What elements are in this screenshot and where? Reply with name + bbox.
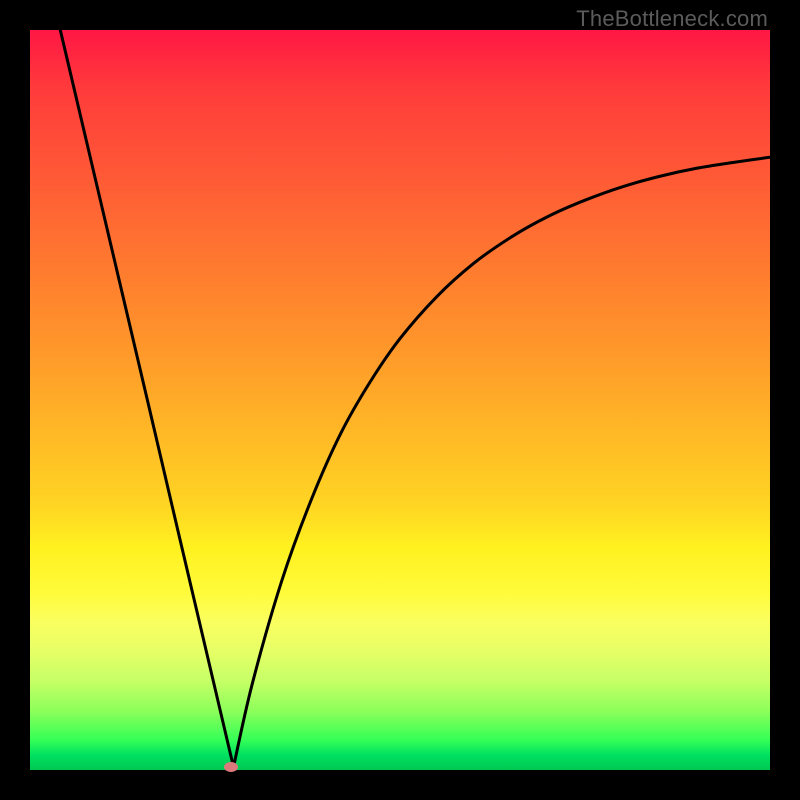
curve-path (60, 30, 770, 767)
bottleneck-curve (30, 30, 770, 770)
optimal-point-marker (224, 762, 238, 772)
watermark-text: TheBottleneck.com (576, 6, 768, 32)
